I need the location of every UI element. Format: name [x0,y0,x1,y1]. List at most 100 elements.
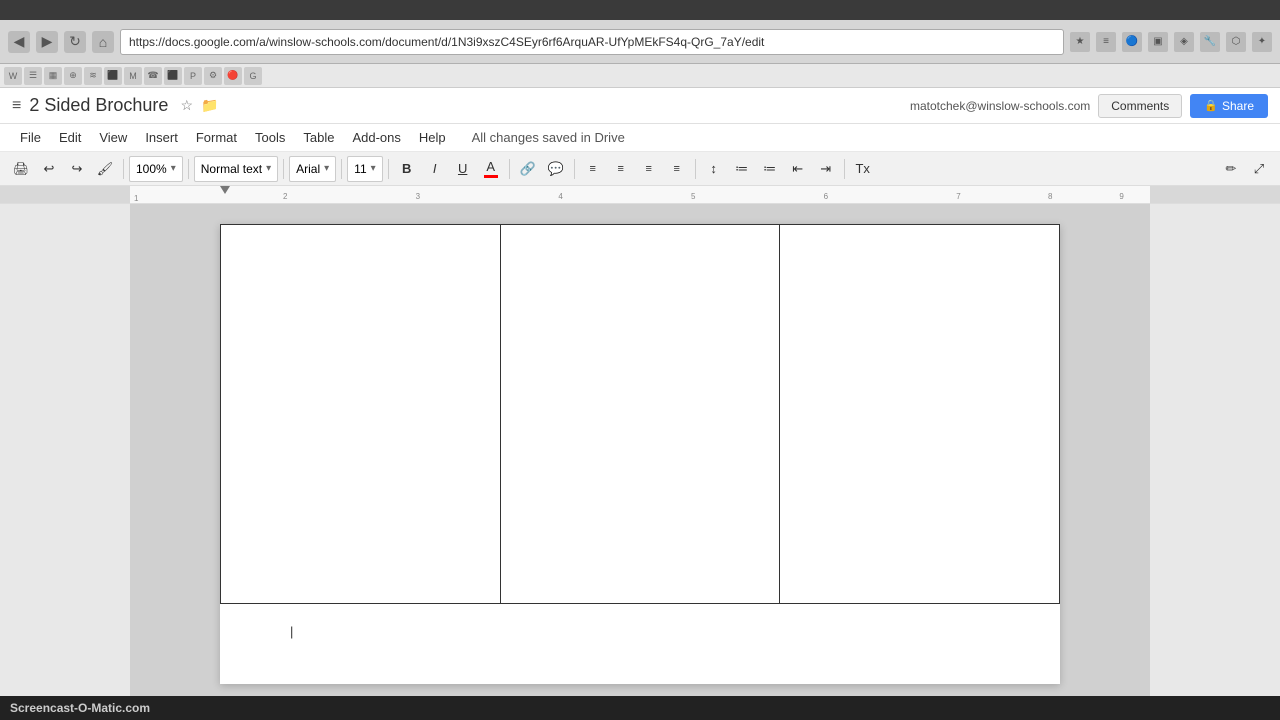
document-area[interactable]: | [130,204,1150,696]
zoom-value: 100% [136,162,167,176]
clear-format-button[interactable]: Tx [850,156,876,182]
link-button[interactable]: 🔗 [515,156,541,182]
separator-1 [123,159,124,179]
browser-menu-icon[interactable]: ≡ [1096,32,1116,52]
paint-format-button[interactable]: 🖌 [92,156,118,182]
ext-icon-1: W [4,67,22,85]
table-row [221,225,1060,604]
menu-view[interactable]: View [91,127,135,148]
browser-icon-4: 🔧 [1200,32,1220,52]
size-dropdown[interactable]: 11 ▾ [347,156,383,182]
align-left-button[interactable]: ≡ [580,156,606,182]
menu-tools[interactable]: Tools [247,127,293,148]
ext-icon-12: 🔴 [224,67,242,85]
browser-icon-2: ▣ [1148,32,1168,52]
ext-icon-2: ☰ [24,67,42,85]
address-bar[interactable]: https://docs.google.com/a/winslow-school… [120,29,1064,55]
main-area: | [0,204,1280,696]
separator-5 [388,159,389,179]
doc-title[interactable]: 2 Sided Brochure [29,95,168,116]
docs-nav-icon[interactable]: ≡ [12,97,21,115]
unordered-list-button[interactable]: ≔ [757,156,783,182]
ext-icon-5: ≋ [84,67,102,85]
zoom-arrow: ▾ [171,163,176,174]
style-dropdown[interactable]: Normal text ▾ [194,156,278,182]
back-button[interactable]: ◀ [8,31,30,53]
separator-6 [509,159,510,179]
underline-button[interactable]: U [450,156,476,182]
home-button[interactable]: ⌂ [92,31,114,53]
menu-bar: File Edit View Insert Format Tools Table… [0,124,1280,152]
url-text: https://docs.google.com/a/winslow-school… [129,35,764,49]
redo-button[interactable]: ↪ [64,156,90,182]
comments-button[interactable]: Comments [1098,94,1182,118]
lock-icon: 🔒 [1204,99,1218,112]
text-color-button[interactable]: A [478,156,504,182]
menu-addons[interactable]: Add-ons [344,127,408,148]
menu-edit[interactable]: Edit [51,127,89,148]
font-value: Arial [296,162,320,176]
table-cell-1[interactable] [221,225,501,604]
ext-icon-4: ⊕ [64,67,82,85]
pencil-icon[interactable]: ✏ [1218,156,1244,182]
ext-icon-9: ⬛ [164,67,182,85]
italic-button[interactable]: I [422,156,448,182]
user-email: matotchek@winslow-schools.com [910,99,1090,113]
style-arrow: ▾ [266,163,271,174]
ext-icon-11: ⚙ [204,67,222,85]
screencast-label: Screencast-O-Matic.com [10,701,150,715]
share-button[interactable]: 🔒 Share [1190,94,1268,118]
style-value: Normal text [201,162,262,176]
bookmark-icon[interactable]: ★ [1070,32,1090,52]
print-button[interactable]: 🖨 [8,156,34,182]
menu-help[interactable]: Help [411,127,454,148]
star-icon[interactable]: ☆ [180,97,193,114]
ext-icon-8: ☎ [144,67,162,85]
extension-bar: W ☰ ▦ ⊕ ≋ ⬛ M ☎ ⬛ P ⚙ 🔴 G [0,64,1280,88]
table-cell-2[interactable] [500,225,780,604]
separator-9 [844,159,845,179]
font-dropdown[interactable]: Arial ▾ [289,156,336,182]
menu-file[interactable]: File [12,127,49,148]
document-page[interactable]: | [220,224,1060,684]
page-below-table[interactable]: | [220,604,1060,684]
browser-chrome-top [0,0,1280,20]
expand-icon[interactable]: ⤢ [1246,156,1272,182]
bold-button[interactable]: B [394,156,420,182]
size-value: 11 [354,162,366,176]
zoom-dropdown[interactable]: 100% ▾ [129,156,183,182]
line-spacing-button[interactable]: ↕ [701,156,727,182]
folder-icon[interactable]: 📁 [201,97,218,114]
browser-toolbar: ◀ ▶ ↻ ⌂ https://docs.google.com/a/winslo… [0,20,1280,64]
formatting-toolbar: 🖨 ↩ ↪ 🖌 100% ▾ Normal text ▾ Arial ▾ 11 … [0,152,1280,186]
size-arrow: ▾ [371,163,376,174]
ext-icon-6: ⬛ [104,67,122,85]
ordered-list-button[interactable]: ≔ [729,156,755,182]
bottom-bar: Screencast-O-Matic.com [0,696,1280,720]
decrease-indent-button[interactable]: ⇤ [785,156,811,182]
separator-3 [283,159,284,179]
reload-button[interactable]: ↻ [64,31,86,53]
separator-7 [574,159,575,179]
browser-icon-5: ⬡ [1226,32,1246,52]
separator-8 [695,159,696,179]
docs-header: ≡ 2 Sided Brochure ☆ 📁 matotchek@winslow… [0,88,1280,124]
browser-icon-6: ✦ [1252,32,1272,52]
comment-button[interactable]: 💬 [543,156,569,182]
menu-insert[interactable]: Insert [137,127,186,148]
ext-icon-3: ▦ [44,67,62,85]
align-right-button[interactable]: ≡ [636,156,662,182]
menu-table[interactable]: Table [295,127,342,148]
align-justify-button[interactable]: ≡ [664,156,690,182]
text-color-indicator: A [484,159,498,178]
left-sidebar [0,204,130,696]
ext-icon-7: M [124,67,142,85]
separator-2 [188,159,189,179]
table-cell-3[interactable] [780,225,1060,604]
increase-indent-button[interactable]: ⇥ [813,156,839,182]
forward-button[interactable]: ▶ [36,31,58,53]
align-center-button[interactable]: ≡ [608,156,634,182]
ext-icon-10: P [184,67,202,85]
menu-format[interactable]: Format [188,127,245,148]
undo-button[interactable]: ↩ [36,156,62,182]
